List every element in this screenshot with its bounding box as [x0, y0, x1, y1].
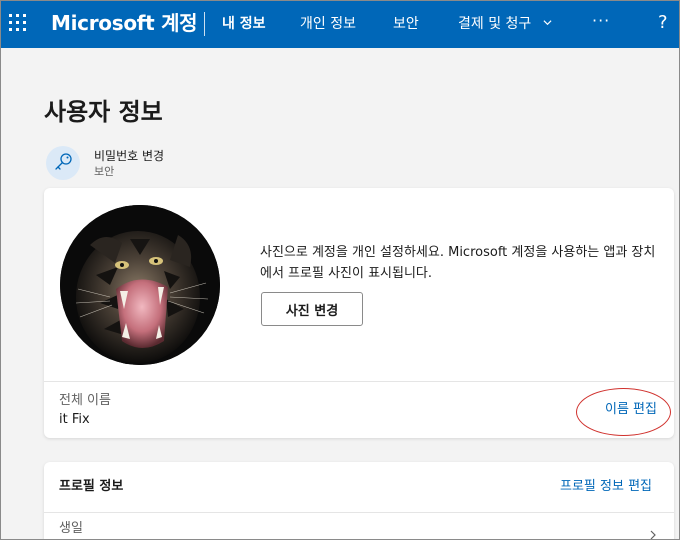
nav-item-payment-billing[interactable]: 결제 및 청구: [458, 14, 531, 34]
profile-avatar: [60, 205, 220, 365]
top-navigation-bar: Microsoft 계정 내 정보 개인 정보 보안 결제 및 청구 ··· ?: [0, 0, 680, 48]
nav-item-personal-info[interactable]: 개인 정보: [300, 14, 356, 34]
tiger-avatar-image: [60, 205, 220, 365]
nav-item-my-info[interactable]: 내 정보: [222, 14, 266, 34]
change-password-link[interactable]: 비밀번호 변경 보안: [46, 144, 286, 184]
chevron-down-icon[interactable]: [543, 18, 552, 27]
card-divider: [44, 381, 674, 382]
photo-description: 사진으로 계정을 개인 설정하세요. Microsoft 계정을 사용하는 앱과…: [260, 245, 656, 281]
help-icon[interactable]: ?: [658, 12, 668, 33]
full-name-label: 전체 이름: [59, 393, 111, 408]
nav-item-security[interactable]: 보안: [393, 14, 419, 34]
key-icon: [46, 146, 80, 180]
nav-divider: [204, 12, 205, 36]
edit-profile-info-link[interactable]: 프로필 정보 편집: [560, 478, 652, 496]
more-options-icon[interactable]: ···: [592, 11, 610, 30]
card-divider: [44, 512, 674, 513]
chevron-right-icon[interactable]: [648, 530, 658, 540]
profile-info-card: 프로필 정보 프로필 정보 편집 생일: [44, 462, 674, 540]
full-name-value: it Fix: [59, 412, 90, 427]
birthday-label[interactable]: 생일: [59, 520, 83, 538]
profile-photo-card: 사진으로 계정을 개인 설정하세요. Microsoft 계정을 사용하는 앱과…: [44, 188, 674, 438]
profile-info-title: 프로필 정보: [59, 479, 124, 494]
brand-title[interactable]: Microsoft 계정: [51, 10, 198, 36]
change-password-subtitle: 보안: [94, 165, 115, 178]
page-title: 사용자 정보: [44, 98, 163, 126]
change-photo-button[interactable]: 사진 변경: [261, 292, 363, 326]
waffle-icon[interactable]: [9, 14, 29, 34]
change-password-title: 비밀번호 변경: [94, 149, 165, 163]
edit-name-link[interactable]: 이름 편집: [605, 401, 657, 419]
